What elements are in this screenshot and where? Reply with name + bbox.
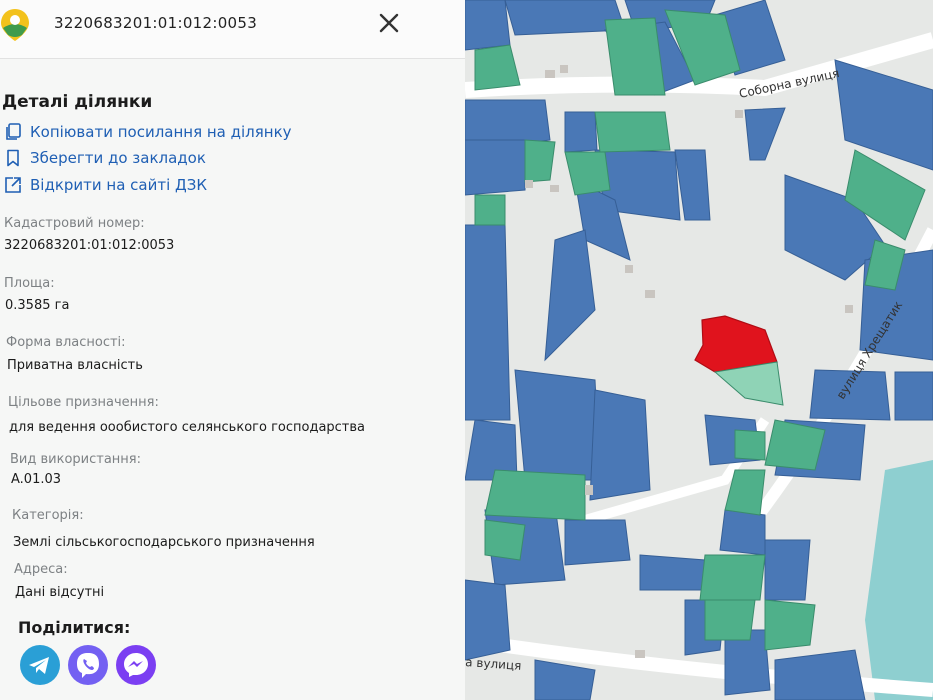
cadastral-number-title: 3220683201:01:012:0053 — [54, 14, 258, 32]
bookmark-button[interactable]: Зберегти до закладок — [4, 147, 206, 169]
map-canvas[interactable]: Соборна вулиця вулиця Хрещатик а вулиця — [465, 0, 933, 700]
details-title: Деталі ділянки — [2, 92, 153, 112]
bookmark-label: Зберегти до закладок — [30, 149, 206, 167]
usage-value: A.01.03 — [11, 472, 62, 487]
address-value: Дані відсутні — [15, 585, 105, 600]
external-link-icon — [5, 177, 21, 193]
panel-header: 3220683201:01:012:0053 — [0, 0, 470, 59]
area-value: 0.3585 га — [5, 298, 70, 313]
close-icon[interactable] — [376, 10, 402, 36]
category-label: Категорія: — [12, 508, 84, 523]
viber-icon — [68, 645, 108, 685]
purpose-label: Цільове призначення: — [8, 395, 159, 410]
open-dzk-label: Відкрити на сайті ДЗК — [30, 176, 208, 194]
open-dzk-button[interactable]: Відкрити на сайті ДЗК — [4, 174, 207, 196]
share-telegram-button[interactable] — [20, 645, 60, 685]
cadastral-number-label: Кадастровий номер: — [4, 216, 145, 231]
copy-link-button[interactable]: Копіювати посилання на ділянку — [4, 121, 292, 143]
ownership-label: Форма власності: — [6, 335, 126, 350]
parcel-details-panel: 3220683201:01:012:0053 Деталі ділянки Ко… — [0, 0, 470, 700]
cadastral-map[interactable]: Соборна вулиця вулиця Хрещатик а вулиця — [465, 0, 933, 700]
cadastral-number-value: 3220683201:01:012:0053 — [4, 238, 175, 253]
bookmark-icon — [7, 149, 19, 167]
share-messenger-button[interactable] — [116, 645, 156, 685]
usage-label: Вид використання: — [10, 452, 141, 467]
messenger-icon — [116, 645, 156, 685]
purpose-value: для ведення оообистого селянського госпо… — [9, 420, 366, 435]
address-label: Адреса: — [14, 562, 68, 577]
copy-link-label: Копіювати посилання на ділянку — [30, 123, 292, 141]
copy-icon — [6, 123, 21, 140]
telegram-icon — [20, 645, 60, 685]
map-pin-logo-icon — [1, 9, 29, 41]
category-value: Землі сільськогосподарського призначення — [13, 535, 315, 550]
ownership-value: Приватна власність — [7, 358, 143, 373]
share-viber-button[interactable] — [68, 645, 108, 685]
share-title: Поділитися: — [18, 618, 131, 637]
area-label: Площа: — [4, 276, 55, 291]
